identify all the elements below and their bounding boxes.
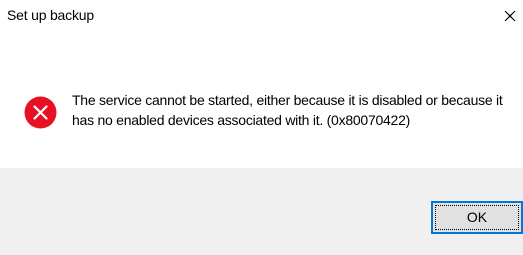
button-bar: OK xyxy=(0,168,523,255)
title-bar: Set up backup xyxy=(0,0,523,36)
error-message-line-2: has no enabled devices associated with i… xyxy=(72,112,411,128)
close-button[interactable] xyxy=(499,0,523,34)
ok-button[interactable]: OK xyxy=(431,201,523,234)
dialog: Set up backup The service cannot be star… xyxy=(0,0,523,255)
close-icon xyxy=(504,10,516,22)
error-message: The service cannot be started, either be… xyxy=(72,90,512,130)
dialog-content: The service cannot be started, either be… xyxy=(0,36,523,168)
ok-button-label: OK xyxy=(466,209,488,225)
window-title: Set up backup xyxy=(7,7,94,23)
error-icon xyxy=(24,96,57,129)
error-message-line-1: The service cannot be started, either be… xyxy=(72,92,503,108)
